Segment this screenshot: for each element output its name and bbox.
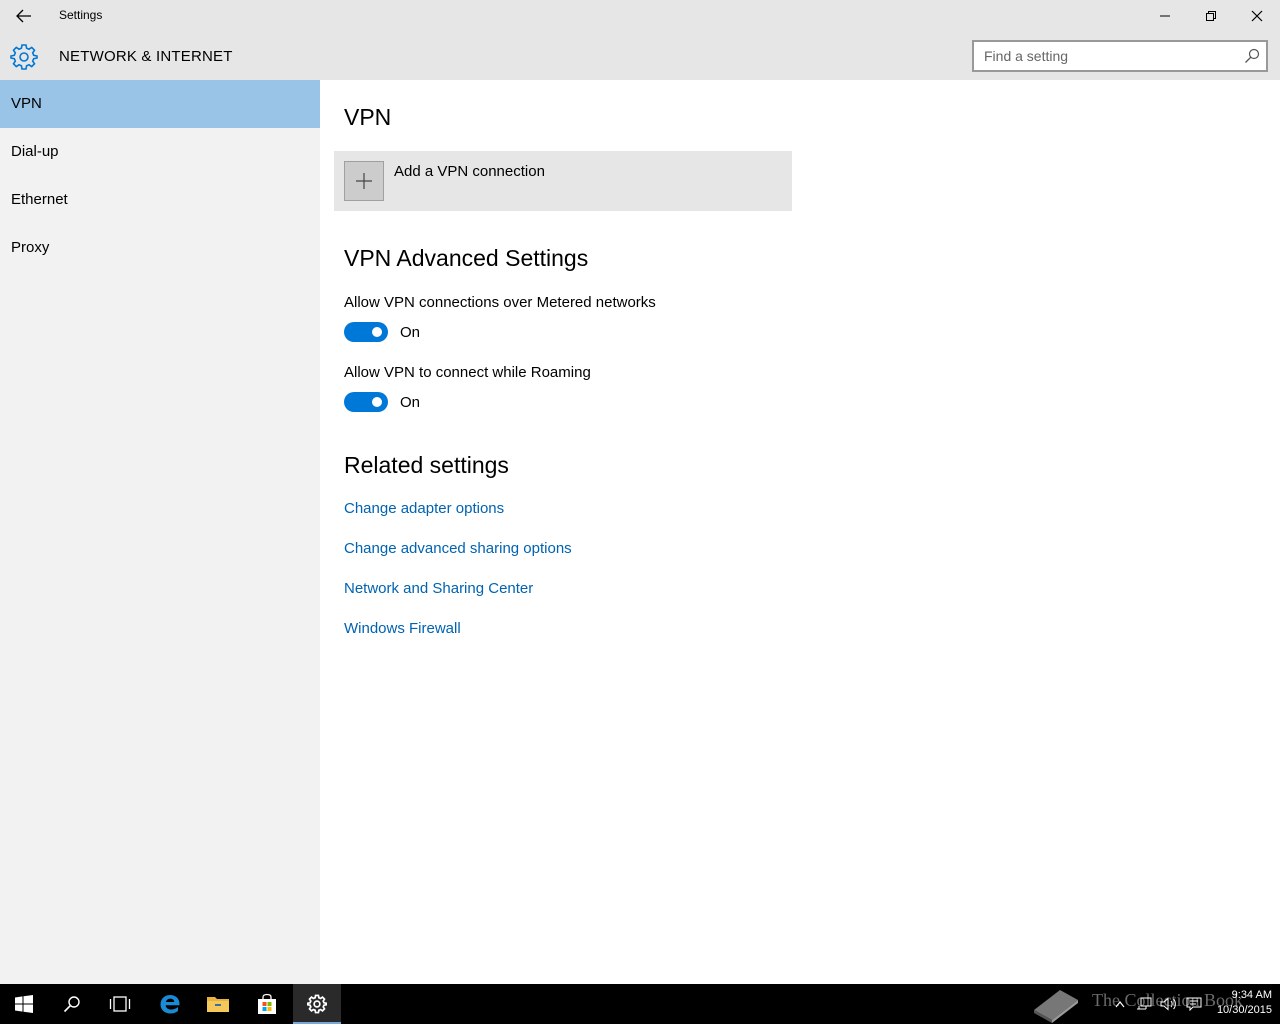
search-taskbar-button[interactable] xyxy=(48,984,96,1024)
restore-button[interactable] xyxy=(1188,0,1234,32)
section-title: NETWORK & INTERNET xyxy=(59,48,233,65)
roaming-toggle-state: On xyxy=(400,394,421,411)
start-button[interactable] xyxy=(0,984,48,1024)
advanced-heading: VPN Advanced Settings xyxy=(344,245,589,271)
action-center-icon xyxy=(1186,997,1202,1011)
search-icon[interactable] xyxy=(1244,48,1260,64)
metered-toggle-state: On xyxy=(400,324,421,341)
related-heading: Related settings xyxy=(344,452,509,478)
change-advanced-sharing-link[interactable]: Change advanced sharing options xyxy=(344,540,572,557)
close-icon xyxy=(1251,10,1263,22)
task-view-button[interactable] xyxy=(96,984,144,1024)
edge-button[interactable] xyxy=(146,984,194,1024)
chevron-up-icon xyxy=(1115,1001,1125,1008)
store-button[interactable] xyxy=(243,984,291,1024)
metered-toggle[interactable] xyxy=(344,322,388,342)
start-icon xyxy=(15,995,33,1013)
windows-firewall-link[interactable]: Windows Firewall xyxy=(344,620,461,637)
clock-date: 10/30/2015 xyxy=(1216,1004,1272,1016)
change-adapter-options-link[interactable]: Change adapter options xyxy=(344,500,504,517)
speaker-icon xyxy=(1160,997,1176,1011)
book-logo-icon xyxy=(1034,990,1078,1023)
sidebar: VPN Dial-up Ethernet Proxy xyxy=(0,80,320,984)
clock-time: 9:34 AM xyxy=(1231,989,1272,1001)
plus-icon-box xyxy=(344,161,384,201)
network-sharing-center-link[interactable]: Network and Sharing Center xyxy=(344,580,533,597)
main-content: VPN Add a VPN connection VPN Advanced Se… xyxy=(320,80,1280,984)
file-explorer-icon xyxy=(207,997,229,1012)
minimize-icon xyxy=(1160,15,1170,17)
gear-icon xyxy=(10,44,38,70)
roaming-toggle[interactable] xyxy=(344,392,388,412)
volume-tray-button[interactable] xyxy=(1158,984,1180,1024)
network-tray-button[interactable] xyxy=(1134,984,1154,1024)
sidebar-item-ethernet[interactable]: Ethernet xyxy=(0,176,320,224)
toggle-knob xyxy=(372,397,382,407)
store-icon xyxy=(258,993,276,1014)
back-arrow-icon xyxy=(16,9,31,23)
window-title: Settings xyxy=(59,8,103,22)
network-icon xyxy=(1137,997,1152,1010)
add-vpn-button[interactable]: Add a VPN connection xyxy=(334,151,792,211)
metered-option-label: Allow VPN connections over Metered netwo… xyxy=(344,294,656,311)
back-button[interactable] xyxy=(8,4,40,28)
restore-icon xyxy=(1206,11,1216,21)
toggle-knob xyxy=(372,327,382,337)
plus-icon xyxy=(356,173,372,189)
sidebar-item-proxy[interactable]: Proxy xyxy=(0,224,320,272)
sidebar-item-dial-up[interactable]: Dial-up xyxy=(0,128,320,176)
settings-taskbar-button[interactable] xyxy=(293,984,341,1024)
show-hidden-icons-button[interactable] xyxy=(1110,984,1130,1024)
search-input[interactable] xyxy=(974,42,1236,70)
clock[interactable]: 9:34 AM 10/30/2015 xyxy=(1206,988,1272,1018)
search-box[interactable] xyxy=(972,40,1268,72)
search-icon xyxy=(63,996,80,1013)
close-button[interactable] xyxy=(1234,0,1280,32)
file-explorer-button[interactable] xyxy=(194,984,242,1024)
task-view-icon xyxy=(109,996,131,1012)
add-vpn-label: Add a VPN connection xyxy=(394,163,545,180)
title-bar: Settings xyxy=(0,0,1280,32)
settings-header: NETWORK & INTERNET xyxy=(0,32,1280,80)
edge-icon xyxy=(160,995,180,1014)
action-center-button[interactable] xyxy=(1183,984,1205,1024)
taskbar: The Collection Book 9:34 AM 10/30/2015 xyxy=(0,984,1280,1024)
settings-icon xyxy=(307,994,327,1014)
vpn-heading: VPN xyxy=(344,104,392,130)
roaming-option-label: Allow VPN to connect while Roaming xyxy=(344,364,591,381)
sidebar-item-vpn[interactable]: VPN xyxy=(0,80,320,128)
minimize-button[interactable] xyxy=(1142,0,1188,32)
